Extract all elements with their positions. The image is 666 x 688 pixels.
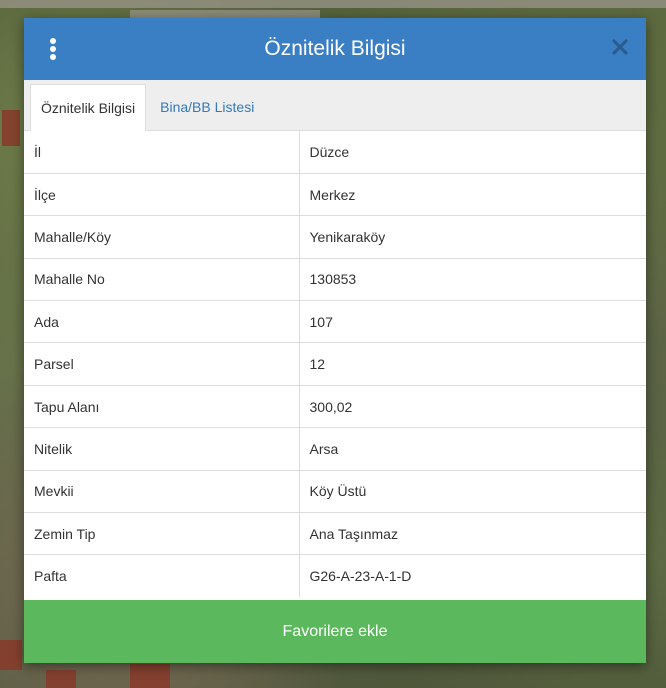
add-to-favorites-button[interactable]: Favorilere ekle bbox=[24, 600, 646, 663]
table-row: Ada 107 bbox=[24, 300, 646, 344]
attribute-table: İl Düzce İlçe Merkez Mahalle/Köy Yenikaraköy M… bbox=[24, 131, 646, 598]
attribute-value: 107 bbox=[299, 300, 646, 344]
attribute-value: G26-A-23-A-1-D bbox=[309, 568, 412, 585]
attribute-key: Nitelik bbox=[24, 427, 300, 471]
attribute-key: Mahalle/Köy bbox=[24, 215, 300, 259]
table-row: Mahalle No 130853 bbox=[24, 258, 646, 302]
attribute-key: Mevkii bbox=[24, 470, 300, 514]
map-road bbox=[130, 10, 320, 18]
map-building bbox=[2, 110, 20, 146]
attribute-key: Pafta bbox=[24, 554, 300, 598]
map-building bbox=[0, 640, 22, 670]
table-row: Tapu Alanı 300,02 bbox=[24, 385, 646, 429]
attribute-key: Zemin Tip bbox=[24, 512, 300, 556]
map-road bbox=[0, 0, 666, 8]
attribute-value: Ana Taşınmaz bbox=[299, 512, 646, 556]
table-row: İl Düzce bbox=[24, 131, 646, 174]
attribute-key: Tapu Alanı bbox=[24, 385, 300, 429]
table-row: Mahalle/Köy Yenikaraköy bbox=[24, 215, 646, 259]
attribute-key: İlçe bbox=[24, 173, 300, 217]
map-building bbox=[130, 664, 170, 688]
table-row: Mevkii Köy Üstü bbox=[24, 470, 646, 514]
tab-attribute-info[interactable]: Öznitelik Bilgisi bbox=[30, 84, 147, 131]
close-icon[interactable] bbox=[610, 37, 630, 57]
more-vertical-icon[interactable] bbox=[50, 38, 56, 60]
tab-building-list[interactable]: Bina/BB Listesi bbox=[146, 84, 264, 130]
map-building bbox=[46, 670, 76, 688]
attribute-value: Yenikaraköy bbox=[299, 215, 646, 259]
attribute-value: Köy Üstü bbox=[299, 470, 646, 514]
dialog-header: Öznitelik Bilgisi bbox=[24, 18, 646, 80]
attribute-value: 12 bbox=[299, 342, 646, 386]
tab-bar: Öznitelik Bilgisi Bina/BB Listesi bbox=[24, 80, 646, 131]
table-row: Pafta G26-A-23-A-1-D bbox=[24, 554, 646, 598]
attribute-key: İl bbox=[24, 131, 300, 174]
attribute-key: Ada bbox=[24, 300, 300, 344]
table-row: Zemin Tip Ana Taşınmaz bbox=[24, 512, 646, 556]
attribute-key: Mahalle No bbox=[24, 258, 300, 302]
attribute-info-dialog: Öznitelik Bilgisi Öznitelik Bilgisi Bina… bbox=[24, 18, 646, 663]
dialog-title: Öznitelik Bilgisi bbox=[264, 37, 406, 60]
attribute-value: Arsa bbox=[299, 427, 646, 471]
table-row: Parsel 12 bbox=[24, 342, 646, 386]
attribute-value: 300,02 bbox=[299, 385, 646, 429]
attribute-value: Düzce bbox=[299, 131, 646, 174]
attribute-key: Parsel bbox=[24, 342, 300, 386]
attribute-value: Merkez bbox=[299, 173, 646, 217]
table-row: İlçe Merkez bbox=[24, 173, 646, 217]
attribute-value: 130853 bbox=[299, 258, 646, 302]
table-row: Nitelik Arsa bbox=[24, 427, 646, 471]
